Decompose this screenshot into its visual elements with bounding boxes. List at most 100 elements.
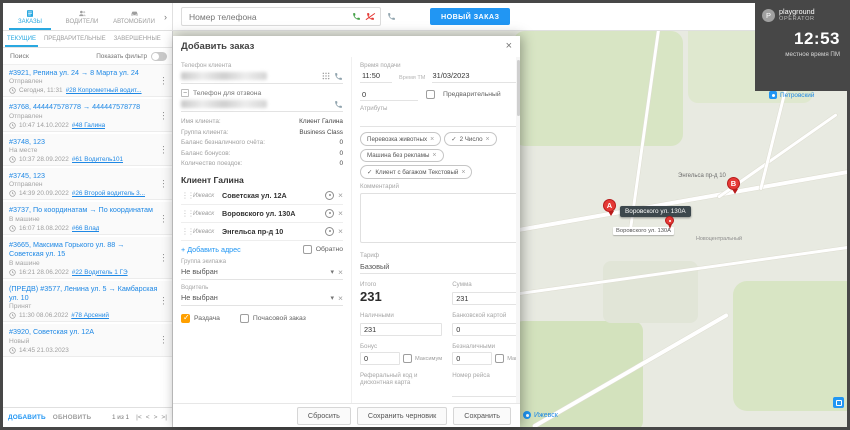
remove-chip-icon[interactable]: × — [486, 136, 490, 143]
drag-handle-icon[interactable]: ⋮⋮ — [181, 209, 189, 218]
save-button[interactable]: Сохранить — [453, 407, 511, 425]
add-order-button[interactable]: ДОБАВИТЬ — [8, 414, 46, 421]
save-draft-button[interactable]: Сохранить черновик — [357, 407, 447, 425]
order-title[interactable]: #3737, По координатам → По координатам — [9, 205, 160, 214]
order-title[interactable]: #3748, 123 — [9, 137, 160, 146]
first-page-icon[interactable]: |< — [136, 414, 142, 421]
attribute-chip[interactable]: Машина без рекламы× — [360, 149, 444, 162]
attribute-chip[interactable]: Перевозка животных× — [360, 132, 441, 146]
order-card[interactable]: (ПРЕДВ) #3577, Ленина ул. 5 → Камбарская… — [3, 281, 172, 325]
distribution-checkbox[interactable] — [181, 314, 190, 323]
keypad-icon[interactable] — [322, 67, 330, 85]
supply-date-field[interactable]: 31/03/2023 × — [432, 69, 520, 83]
pick-on-map-icon[interactable] — [325, 227, 334, 236]
tabs-more-chevron-icon[interactable]: › — [160, 3, 171, 30]
order-title[interactable]: #3768, 444447578778 → 444447578778 — [9, 102, 160, 111]
order-title[interactable]: #3745, 123 — [9, 171, 160, 180]
kebab-menu-icon[interactable]: ⋮ — [157, 76, 170, 87]
pick-on-map-icon[interactable] — [325, 191, 334, 200]
prev-page-icon[interactable]: < — [146, 414, 150, 421]
remove-address-icon[interactable]: × — [338, 191, 343, 200]
drag-handle-icon[interactable]: ⋮⋮ — [181, 191, 189, 200]
card-input[interactable] — [452, 323, 520, 336]
callback-phone-section-toggle[interactable]: − Телефон для отзвона — [181, 89, 343, 97]
map-poi-petrovsky[interactable]: Петровский — [769, 91, 814, 99]
order-card[interactable]: #3745, 123 Отправлен 14:39 20.09.2022 #2… — [3, 168, 172, 202]
order-driver-link[interactable]: #22 Водитель 1 ГЭ — [72, 269, 128, 276]
add-address-link[interactable]: + Добавить адрес — [181, 245, 241, 254]
reset-button[interactable]: Сбросить — [297, 407, 351, 425]
remove-chip-icon[interactable]: × — [461, 169, 465, 176]
address-row[interactable]: ⋮⋮ Ижевск Советская ул. 12А × — [181, 187, 343, 205]
kebab-menu-icon[interactable]: ⋮ — [157, 296, 170, 307]
order-title[interactable]: #3920, Советская ул. 12А — [9, 327, 160, 336]
driver-select[interactable]: Не выбран ▾ × — [181, 291, 343, 306]
kebab-menu-icon[interactable]: ⋮ — [157, 335, 170, 346]
return-checkbox[interactable] — [303, 245, 312, 254]
phone-settings-icon[interactable] — [387, 12, 396, 21]
remove-chip-icon[interactable]: × — [432, 152, 436, 159]
subtab-current[interactable]: ТЕКУЩИЕ — [3, 31, 40, 47]
decline-call-icon[interactable] — [366, 12, 375, 21]
comment-textarea[interactable] — [360, 193, 520, 243]
drag-handle-icon[interactable]: ⋮⋮ — [181, 227, 189, 236]
kebab-menu-icon[interactable]: ⋮ — [157, 144, 170, 155]
bonus-input[interactable] — [360, 352, 400, 365]
dialog-close-icon[interactable]: × — [506, 41, 512, 52]
order-driver-link[interactable]: #48 Галина — [72, 122, 105, 129]
attributes-select[interactable]: ▾ — [360, 112, 520, 127]
pick-on-map-icon[interactable] — [325, 209, 334, 218]
chevron-down-icon[interactable]: ▾ — [331, 294, 335, 302]
chevron-down-icon[interactable]: ▾ — [331, 268, 335, 276]
remove-address-icon[interactable]: × — [338, 209, 343, 218]
remove-address-icon[interactable]: × — [338, 227, 343, 236]
clear-icon[interactable]: × — [338, 268, 343, 277]
order-title[interactable]: #3921, Репина ул. 24 → 8 Марта ул. 24 — [9, 68, 160, 77]
address-street[interactable]: Энгельса пр-д 10 — [222, 227, 321, 236]
address-street[interactable]: Воровского ул. 130А — [222, 209, 321, 218]
order-driver-link[interactable]: #66 Влад — [72, 225, 100, 232]
order-card[interactable]: #3768, 444447578778 → 444447578778 Отпра… — [3, 99, 172, 133]
filter-toggle-label[interactable]: Показать фильтр — [96, 53, 147, 60]
order-driver-link[interactable]: #26 Второй водитель 3... — [72, 190, 145, 197]
address-row[interactable]: ⋮⋮ Ижевск Воровского ул. 130А × — [181, 205, 343, 223]
order-card[interactable]: #3737, По координатам → По координатам В… — [3, 202, 172, 236]
order-title[interactable]: #3665, Максима Горького ул. 88 → Советск… — [9, 240, 160, 259]
crew-group-select[interactable]: Не выбран ▾ × — [181, 265, 343, 280]
noncash-input[interactable] — [452, 352, 492, 365]
tab-cars[interactable]: АВТОМОБИЛИ — [108, 3, 160, 30]
flight-number-input[interactable] — [452, 386, 520, 397]
subtab-preliminary[interactable]: ПРЕДВАРИТЕЛЬНЫЕ — [40, 31, 110, 47]
phone-number-input[interactable] — [187, 11, 347, 23]
tab-drivers[interactable]: ВОДИТЕЛИ — [56, 3, 108, 30]
cash-input[interactable] — [360, 323, 442, 336]
referral-input[interactable] — [360, 393, 442, 404]
operator-avatar[interactable]: P — [762, 9, 775, 22]
new-order-button[interactable]: НОВЫЙ ЗАКАЗ — [430, 8, 510, 25]
address-street[interactable]: Советская ул. 12А — [222, 191, 321, 200]
offset-input[interactable] — [360, 88, 418, 101]
order-driver-link[interactable]: #78 Арсений — [71, 312, 109, 319]
preliminary-checkbox[interactable] — [426, 90, 435, 99]
dialog-scrollbar[interactable] — [516, 57, 520, 403]
tab-orders[interactable]: ЗАКАЗЫ — [4, 3, 56, 30]
map-layers-button[interactable] — [833, 397, 844, 408]
refresh-button[interactable]: ОБНОВИТЬ — [53, 414, 91, 421]
clear-icon[interactable]: × — [338, 294, 343, 303]
order-title[interactable]: (ПРЕДВ) #3577, Ленина ул. 5 → Камбарская… — [9, 284, 160, 303]
kebab-menu-icon[interactable]: ⋮ — [157, 213, 170, 224]
kebab-menu-icon[interactable]: ⋮ — [157, 179, 170, 190]
kebab-menu-icon[interactable]: ⋮ — [157, 252, 170, 263]
subtab-completed[interactable]: ЗАВЕРШЕННЫЕ — [110, 31, 165, 47]
kebab-menu-icon[interactable]: ⋮ — [157, 110, 170, 121]
order-driver-link[interactable]: #61 Водитель101 — [72, 156, 123, 163]
map-marker-a[interactable]: A — [603, 199, 616, 212]
last-page-icon[interactable]: >| — [161, 414, 167, 421]
sum-input[interactable] — [452, 292, 520, 305]
map-marker-b[interactable]: B — [727, 177, 740, 190]
order-card[interactable]: #3665, Максима Горького ул. 88 → Советск… — [3, 237, 172, 281]
order-driver-link[interactable]: #28 Копрометный водит... — [66, 87, 142, 94]
remove-chip-icon[interactable]: × — [430, 136, 434, 143]
next-page-icon[interactable]: > — [154, 414, 158, 421]
search-input[interactable] — [8, 52, 50, 61]
